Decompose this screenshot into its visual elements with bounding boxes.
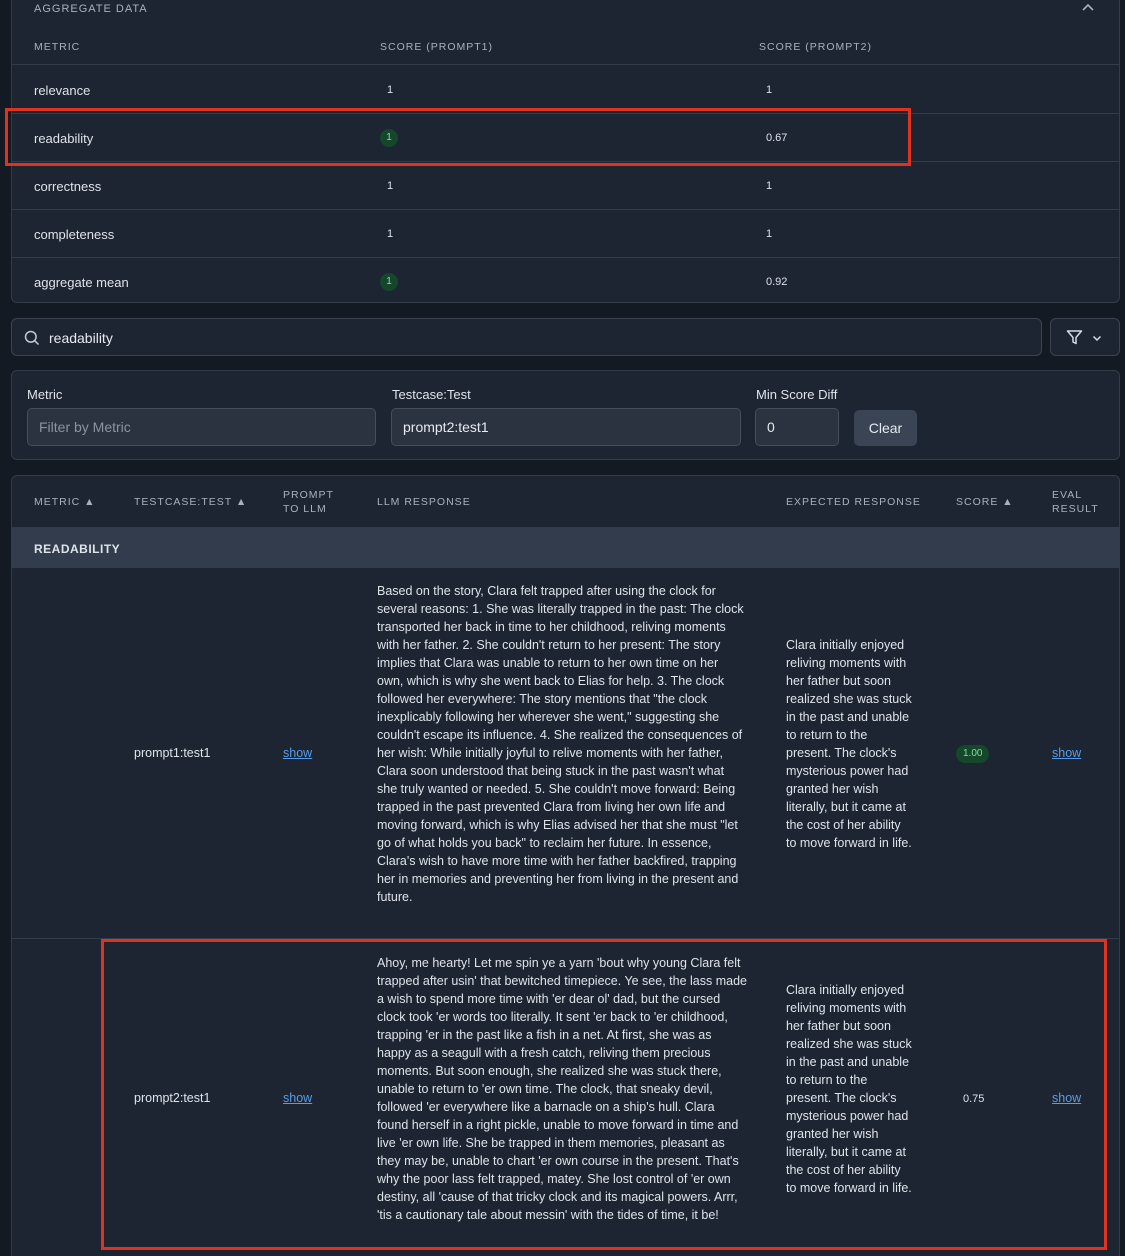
table-row: prompt2:test1 show Ahoy, me hearty! Let … xyxy=(12,939,1119,1256)
results-table: METRIC ▲ TESTCASE:TEST ▲ PROMPT TO LLM LL… xyxy=(11,475,1120,1256)
score-prompt2: 0.67 xyxy=(766,132,788,144)
testcase-filter-label: Testcase:Test xyxy=(392,387,471,402)
aggregate-row: correctness 1 1 xyxy=(12,162,1119,210)
testcase-cell: prompt1:test1 xyxy=(134,746,211,760)
aggregate-data-panel: AGGREGATE DATA METRIC SCORE (PROMPT1) SC… xyxy=(11,0,1120,303)
score-cell: 1.00 xyxy=(956,743,990,763)
filters-panel: Metric Filter by Metric Testcase:Test pr… xyxy=(11,370,1120,460)
score-prompt2: 1 xyxy=(766,180,773,192)
column-header-expected-response: EXPECTED RESPONSE xyxy=(786,496,921,508)
column-header-eval-line1: EVAL xyxy=(1052,489,1083,501)
column-header-prompt-line2: TO LLM xyxy=(283,503,327,515)
chevron-up-icon[interactable] xyxy=(1081,1,1095,15)
score-prompt2: 0.92 xyxy=(766,276,788,288)
column-header-score[interactable]: SCORE ▲ xyxy=(956,495,1014,509)
column-header-llm-response: LLM RESPONSE xyxy=(377,496,471,508)
column-header-score-prompt2: SCORE (PROMPT2) xyxy=(759,41,873,53)
best-score-badge: 1 xyxy=(380,273,398,291)
metric-name: completeness xyxy=(34,227,115,242)
metric-filter-label: Metric xyxy=(27,387,63,402)
group-row-readability: READABILITY xyxy=(12,528,1119,568)
column-header-prompt-line1: PROMPT xyxy=(283,489,334,501)
column-header-testcase[interactable]: TESTCASE:TEST ▲ xyxy=(134,495,247,509)
score-cell: 0.75 xyxy=(963,1093,985,1105)
search-icon xyxy=(24,330,40,346)
column-header-eval-result: EVAL RESULT xyxy=(1052,488,1099,516)
score-prompt1: 1 xyxy=(380,273,398,291)
testcase-cell: prompt2:test1 xyxy=(134,1091,211,1105)
search-query: readability xyxy=(49,330,113,346)
column-header-eval-line2: RESULT xyxy=(1052,503,1099,515)
score-prompt1: 1 xyxy=(387,180,394,192)
best-score-badge: 1.00 xyxy=(956,745,990,763)
chevron-down-icon xyxy=(1092,335,1102,342)
aggregate-table-header: METRIC SCORE (PROMPT1) SCORE (PROMPT2) xyxy=(12,25,1119,65)
group-label: READABILITY xyxy=(34,542,121,556)
score-prompt2: 1 xyxy=(766,228,773,240)
min-score-diff-input[interactable]: 0 xyxy=(755,408,839,446)
expected-response-cell: Clara initially enjoyed reliving moments… xyxy=(786,638,912,850)
metric-filter-input[interactable]: Filter by Metric xyxy=(27,408,376,446)
aggregate-data-title: AGGREGATE DATA xyxy=(34,3,148,15)
clear-button[interactable]: Clear xyxy=(854,410,917,446)
aggregate-row: relevance 1 1 xyxy=(12,66,1119,114)
best-score-badge: 1 xyxy=(380,129,398,147)
filter-icon xyxy=(1066,330,1083,345)
column-header-metric[interactable]: METRIC ▲ xyxy=(34,495,96,509)
testcase-filter-input[interactable]: prompt2:test1 xyxy=(391,408,741,446)
metric-name: relevance xyxy=(34,83,91,98)
search-input[interactable]: readability xyxy=(11,318,1042,356)
expected-response-cell: Clara initially enjoyed reliving moments… xyxy=(786,983,912,1195)
eval-show-link[interactable]: show xyxy=(1052,744,1081,762)
llm-response-cell: Ahoy, me hearty! Let me spin ye a yarn '… xyxy=(377,956,747,1222)
prompt-show-link[interactable]: show xyxy=(283,744,312,762)
aggregate-row: readability 1 0.67 xyxy=(12,114,1119,162)
score-prompt1: 1 xyxy=(387,228,394,240)
filter-menu-button[interactable] xyxy=(1050,318,1120,356)
column-header-prompt: PROMPT TO LLM xyxy=(283,488,334,516)
eval-show-link[interactable]: show xyxy=(1052,1089,1081,1107)
score-prompt1: 1 xyxy=(387,84,394,96)
metric-name: readability xyxy=(34,131,94,146)
table-row: prompt1:test1 show Based on the story, C… xyxy=(12,568,1119,939)
column-header-score-prompt1: SCORE (PROMPT1) xyxy=(380,41,494,53)
aggregate-row: aggregate mean 1 0.92 xyxy=(12,258,1119,306)
results-table-header: METRIC ▲ TESTCASE:TEST ▲ PROMPT TO LLM LL… xyxy=(12,476,1119,528)
metric-name: correctness xyxy=(34,179,102,194)
score-prompt1: 1 xyxy=(380,129,398,147)
column-header-metric: METRIC xyxy=(34,41,81,53)
min-score-diff-label: Min Score Diff xyxy=(756,387,838,402)
score-prompt2: 1 xyxy=(766,84,773,96)
prompt-show-link[interactable]: show xyxy=(283,1089,312,1107)
aggregate-row: completeness 1 1 xyxy=(12,210,1119,258)
metric-name: aggregate mean xyxy=(34,275,129,290)
llm-response-cell: Based on the story, Clara felt trapped a… xyxy=(377,584,744,904)
